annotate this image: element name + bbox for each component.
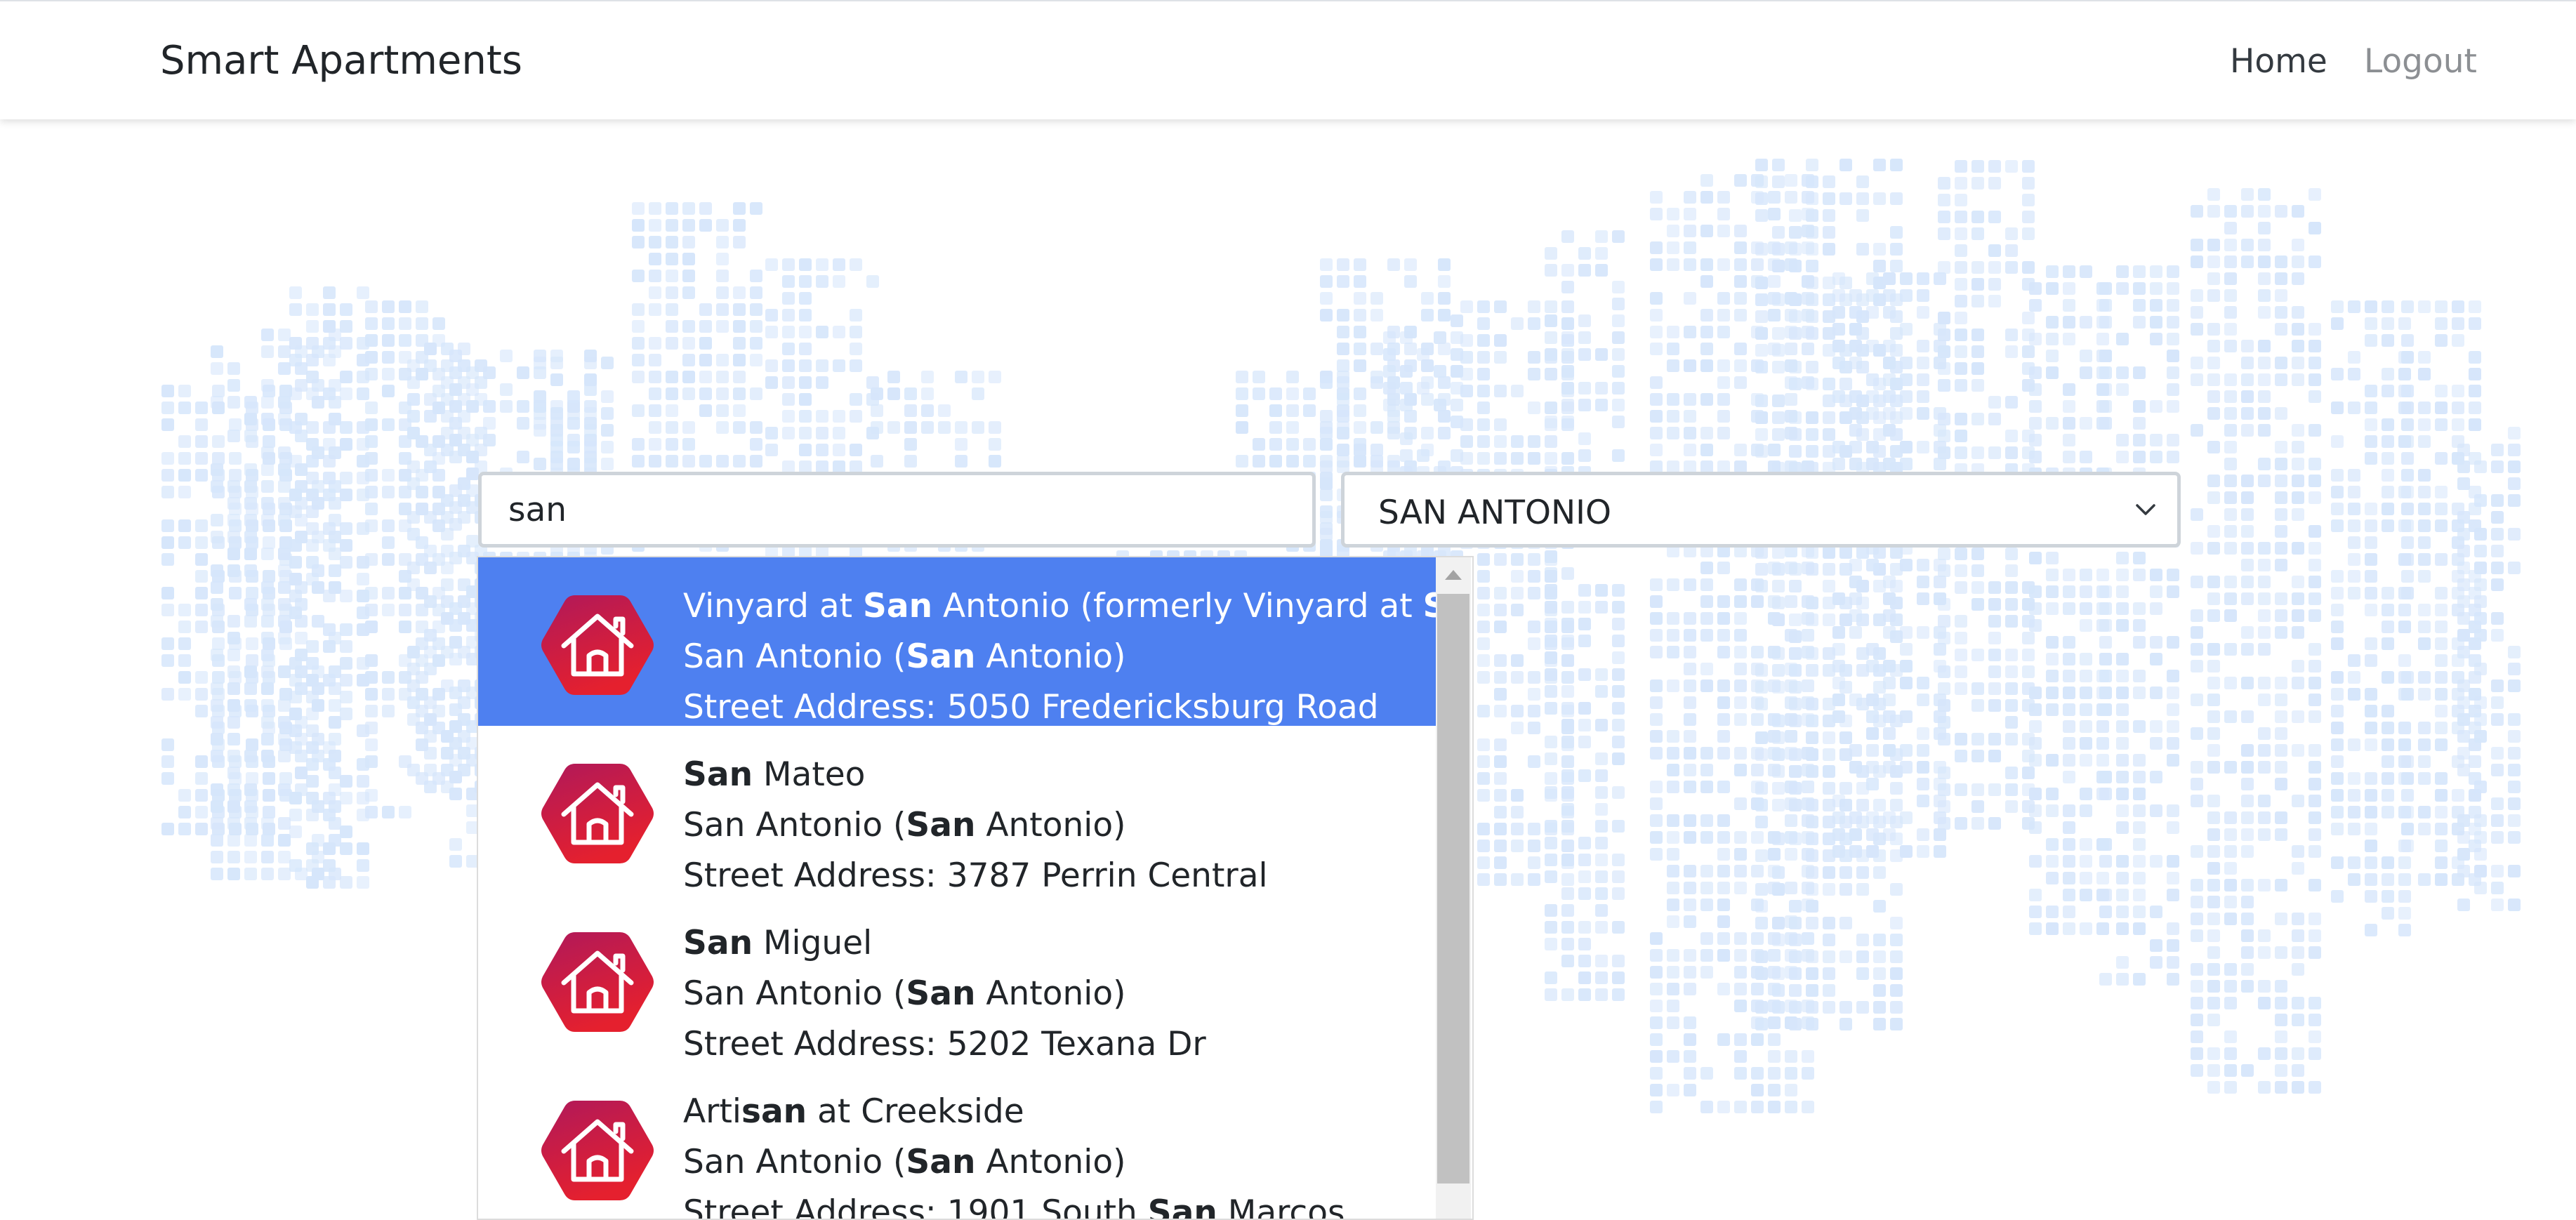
result-address: Street Address: 1901 South San Marcos <box>683 1193 1345 1220</box>
result-city: San Antonio (San Antonio) <box>683 974 1126 1013</box>
search-input[interactable] <box>478 472 1316 548</box>
dropdown-scrollbar[interactable] <box>1436 557 1471 1219</box>
result-item[interactable]: San Miguel San Antonio (San Antonio) Stree… <box>478 894 1436 1063</box>
nav-link-home[interactable]: Home <box>2230 42 2327 81</box>
result-city: San Antonio (San Antonio) <box>683 806 1126 844</box>
navbar: Smart Apartments Home Logout <box>0 0 2576 119</box>
scroll-up-arrow-icon[interactable] <box>1444 569 1463 581</box>
city-select-value: SAN ANTONIO <box>1378 493 1611 532</box>
result-text: San Mateo San Antonio (San Antonio) Street… <box>683 750 1268 894</box>
result-city: San Antonio (San Antonio) <box>683 1143 1126 1181</box>
house-icon <box>537 928 658 1036</box>
result-text: Vinyard at San Antonio (formerly Vinyard… <box>683 581 1436 726</box>
result-text: San Miguel San Antonio (San Antonio) Stree… <box>683 918 1206 1063</box>
result-item[interactable]: Vinyard at San Antonio (formerly Vinyard… <box>478 557 1436 726</box>
nav-link-logout[interactable]: Logout <box>2364 42 2477 81</box>
result-address: Street Address: 5050 Fredericksburg Road <box>683 688 1379 726</box>
result-name: San Mateo <box>683 755 866 794</box>
city-select[interactable]: SAN ANTONIO <box>1341 472 2181 548</box>
house-icon <box>537 760 658 868</box>
result-city: San Antonio (San Antonio) <box>683 637 1126 676</box>
result-name: Vinyard at San Antonio (formerly Vinyard… <box>683 587 1436 625</box>
brand-logo-text[interactable]: Smart Apartments <box>160 38 522 84</box>
result-item[interactable]: San Mateo San Antonio (San Antonio) Street… <box>478 726 1436 894</box>
house-icon <box>537 1096 658 1205</box>
scrollbar-thumb[interactable] <box>1437 594 1469 1183</box>
result-item[interactable]: Artisan at Creekside San Antonio (San Ant… <box>478 1063 1436 1220</box>
chevron-down-icon <box>2136 504 2155 515</box>
autocomplete-dropdown: Vinyard at San Antonio (formerly Vinyard… <box>477 556 1474 1220</box>
house-icon <box>537 591 658 699</box>
result-address: Street Address: 5202 Texana Dr <box>683 1025 1206 1063</box>
result-name: San Miguel <box>683 924 873 962</box>
result-name: Artisan at Creekside <box>683 1092 1024 1131</box>
result-address: Street Address: 3787 Perrin Central <box>683 856 1268 894</box>
result-text: Artisan at Creekside San Antonio (San Ant… <box>683 1087 1345 1220</box>
